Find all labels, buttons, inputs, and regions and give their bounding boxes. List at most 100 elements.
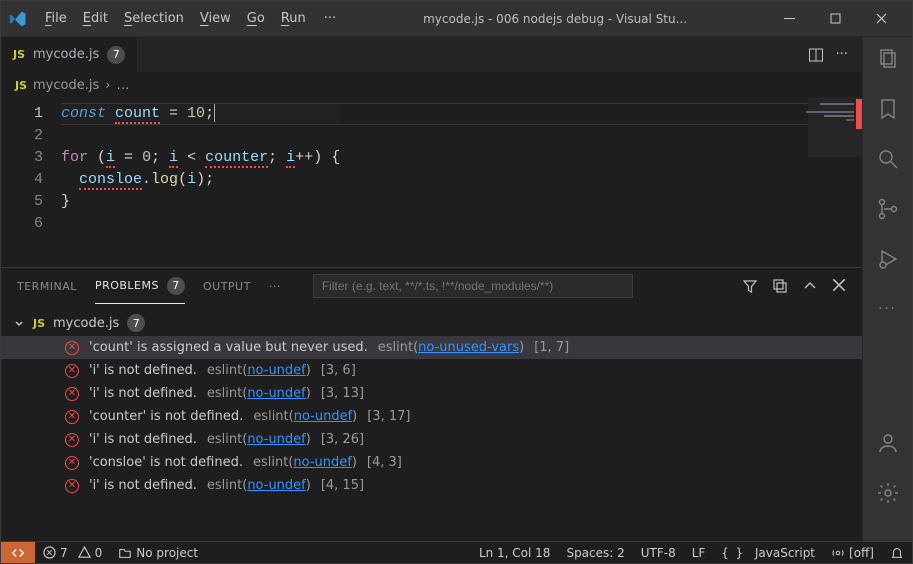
tab-problems[interactable]: PROBLEMS 7	[95, 268, 185, 304]
problem-row[interactable]: ✕'i' is not defined. eslint(no-undef) [4…	[1, 474, 862, 497]
code-editor[interactable]: 123456 const count = 10;for (i = 0; i < …	[1, 97, 862, 267]
menu-selection[interactable]: Selection	[116, 7, 192, 30]
js-file-icon: JS	[33, 317, 45, 330]
problem-file-count: 7	[127, 314, 145, 332]
vscode-logo-icon	[9, 10, 27, 28]
more-actions-icon[interactable]: ···	[836, 47, 848, 63]
problem-rule-link[interactable]: no-undef	[247, 478, 305, 493]
breadcrumb[interactable]: JS mycode.js › …	[1, 73, 862, 97]
problem-source: eslint(no-unused-vars)	[378, 340, 524, 355]
menu-file[interactable]: File	[37, 7, 75, 30]
window-controls	[766, 3, 904, 35]
error-icon: ✕	[65, 387, 79, 401]
bookmark-icon[interactable]	[876, 97, 900, 121]
maximize-button[interactable]	[812, 3, 858, 35]
problem-message: 'i' is not defined.	[89, 386, 197, 401]
close-button[interactable]	[858, 3, 904, 35]
bottom-panel: TERMINAL PROBLEMS 7 OUTPUT ··· JSmycode.…	[1, 267, 862, 541]
js-file-icon: JS	[15, 79, 27, 92]
problem-rule-link[interactable]: no-undef	[293, 455, 351, 470]
minimap[interactable]	[808, 97, 862, 267]
error-icon: ✕	[65, 410, 79, 424]
problem-row[interactable]: ✕ 'i' is not defined. eslint(no-undef) [3…	[1, 382, 862, 405]
collapse-all-icon[interactable]	[772, 278, 788, 294]
problem-rule-link[interactable]: no-undef	[247, 386, 305, 401]
menu-edit[interactable]: Edit	[75, 7, 116, 30]
menu-run[interactable]: Run	[273, 7, 314, 30]
code-line[interactable]	[61, 213, 340, 235]
problem-source: eslint(no-undef)	[207, 386, 311, 401]
problems-filter-input[interactable]	[313, 274, 633, 298]
panel-overflow-icon[interactable]: ···	[269, 268, 281, 304]
problems-filter[interactable]	[313, 274, 633, 298]
run-debug-icon[interactable]	[876, 247, 900, 271]
status-notifications-icon[interactable]	[882, 542, 912, 563]
problem-row[interactable]: ✕'counter' is not defined. eslint(no-und…	[1, 405, 862, 428]
source-control-icon[interactable]	[876, 197, 900, 221]
status-eol[interactable]: LF	[684, 542, 714, 563]
status-golive[interactable]: [off]	[823, 542, 882, 563]
problem-source: eslint(no-undef)	[253, 455, 357, 470]
problem-file-header[interactable]: JSmycode.js7	[1, 310, 862, 336]
problem-location: [3, 6]	[321, 363, 356, 378]
problem-source: eslint(no-undef)	[207, 432, 311, 447]
problem-row[interactable]: ✕'i' is not defined. eslint(no-undef) [3…	[1, 428, 862, 451]
problem-rule-link[interactable]: no-unused-vars	[418, 340, 519, 355]
filter-icon[interactable]	[742, 278, 758, 294]
problem-source: eslint(no-undef)	[207, 478, 311, 493]
problem-source: eslint(no-undef)	[207, 363, 311, 378]
editor-tabs: JS mycode.js 7 ···	[1, 37, 862, 73]
code-line[interactable]: for (i = 0; i < counter; i++) {	[61, 147, 340, 169]
problems-count-badge: 7	[167, 277, 185, 295]
problem-message: 'i' is not defined.	[89, 363, 197, 378]
problem-location: [4, 15]	[321, 478, 364, 493]
menu-go[interactable]: Go	[239, 7, 273, 30]
account-icon[interactable]	[876, 431, 900, 455]
status-errors[interactable]: 7 0	[35, 542, 110, 563]
menu-bar: FileEditSelectionViewGoRun	[37, 7, 314, 30]
status-language[interactable]: { } JavaScript	[713, 542, 823, 563]
problem-location: [3, 17]	[367, 409, 410, 424]
menu-overflow[interactable]: ···	[316, 7, 344, 30]
error-icon: ✕	[65, 364, 79, 378]
js-file-icon: JS	[13, 48, 25, 61]
remote-button[interactable]	[1, 542, 35, 563]
code-line[interactable]	[61, 125, 340, 147]
status-cursor-position[interactable]: Ln 1, Col 18	[471, 542, 559, 563]
problem-row[interactable]: ✕'consloe' is not defined. eslint(no-und…	[1, 451, 862, 474]
minimize-button[interactable]	[766, 3, 812, 35]
problem-row[interactable]: ✕'count' is assigned a value but never u…	[1, 336, 862, 359]
status-encoding[interactable]: UTF-8	[633, 542, 684, 563]
problem-location: [3, 13]	[321, 386, 364, 401]
split-editor-icon[interactable]	[808, 47, 824, 63]
chevron-up-icon[interactable]	[802, 278, 818, 294]
editor-tab-mycode[interactable]: JS mycode.js 7	[1, 37, 138, 72]
problems-list: JSmycode.js7✕'count' is assigned a value…	[1, 304, 862, 507]
problem-rule-link[interactable]: no-undef	[294, 409, 352, 424]
settings-gear-icon[interactable]	[876, 481, 900, 505]
code-line[interactable]: const count = 10;	[61, 103, 340, 125]
panel-close-icon[interactable]	[832, 278, 846, 294]
tab-terminal[interactable]: TERMINAL	[17, 268, 77, 304]
search-icon[interactable]	[876, 147, 900, 171]
tab-filename: mycode.js	[33, 47, 99, 62]
files-icon[interactable]	[876, 47, 900, 71]
error-icon: ✕	[65, 341, 79, 355]
code-line[interactable]: consloe.log(i);	[61, 169, 340, 191]
code-line[interactable]: }	[61, 191, 340, 213]
problem-message: 'i' is not defined.	[89, 432, 197, 447]
overflow-icon[interactable]: ···	[876, 297, 900, 321]
status-indent[interactable]: Spaces: 2	[558, 542, 632, 563]
problem-location: [3, 26]	[321, 432, 364, 447]
problem-rule-link[interactable]: no-undef	[247, 363, 305, 378]
problem-rule-link[interactable]: no-undef	[247, 432, 305, 447]
tab-output[interactable]: OUTPUT	[203, 268, 251, 304]
problem-message: 'counter' is not defined.	[89, 409, 243, 424]
breadcrumb-filename: mycode.js	[33, 78, 99, 93]
status-project[interactable]: No project	[110, 542, 206, 563]
error-icon: ✕	[65, 479, 79, 493]
problem-row[interactable]: ✕ 'i' is not defined. eslint(no-undef) [3…	[1, 359, 862, 382]
menu-view[interactable]: View	[192, 7, 239, 30]
chevron-right-icon: ›	[105, 78, 110, 93]
status-bar: 7 0 No project Ln 1, Col 18 Spaces: 2 UT…	[1, 541, 912, 563]
